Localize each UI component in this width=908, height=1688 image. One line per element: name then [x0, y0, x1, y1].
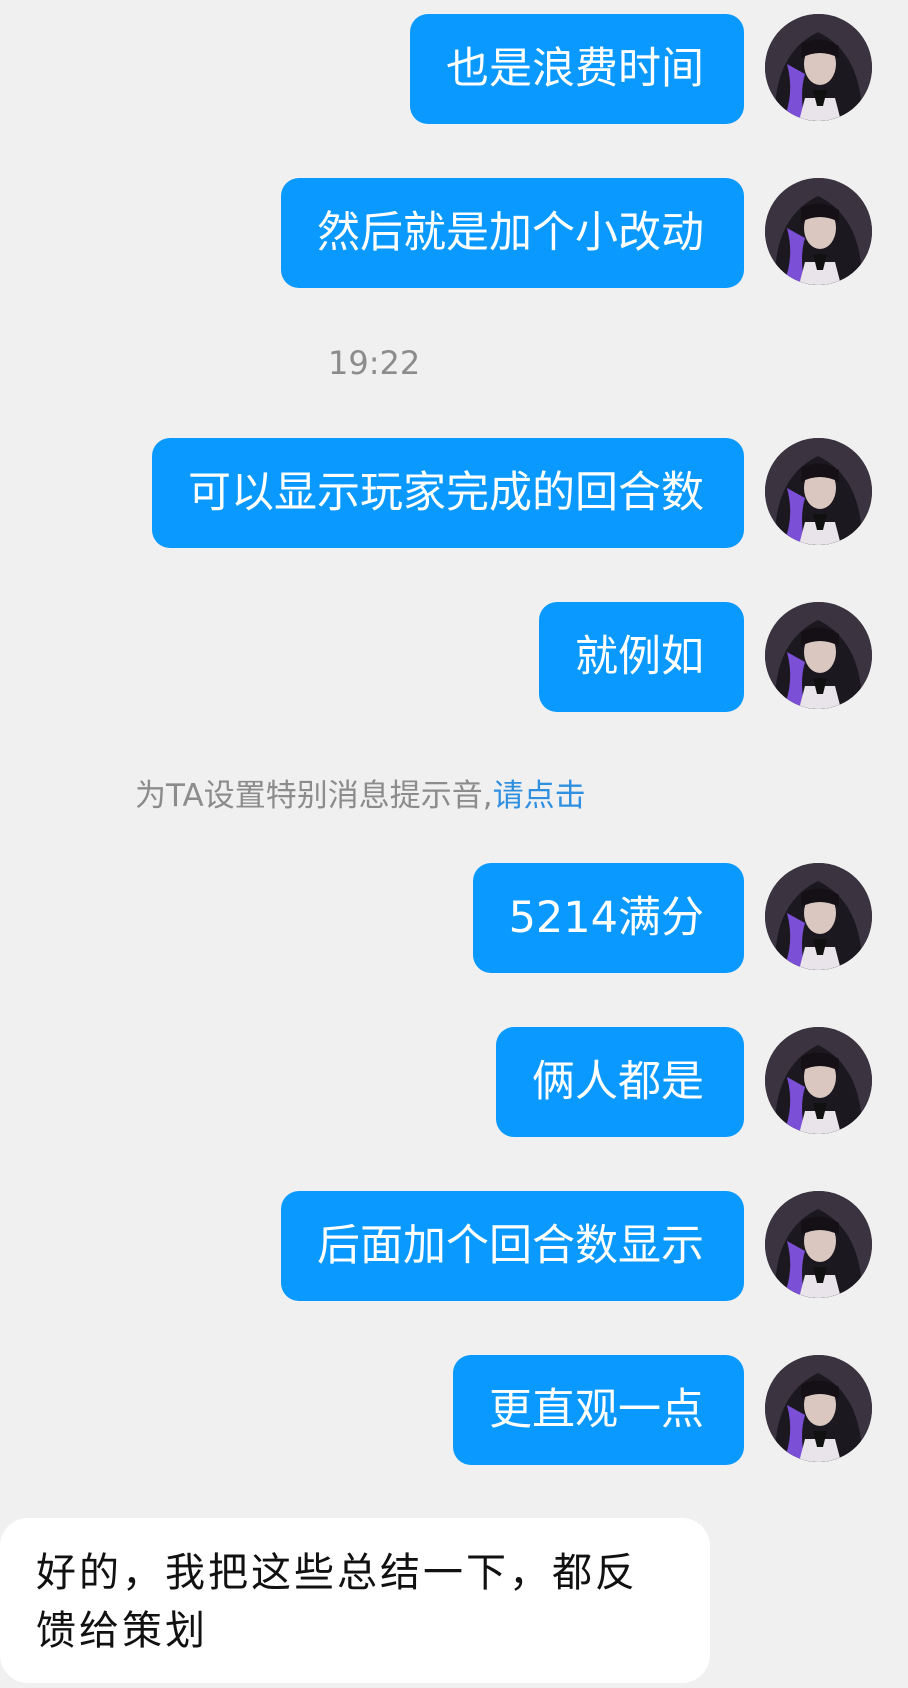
avatar[interactable] [765, 602, 872, 709]
message-row: 然后就是加个小改动 [281, 178, 872, 288]
chat-area: 也是浪费时间 然后就是加个小改动 19:22 可以显示玩家完成的回合数 就例如 … [0, 0, 908, 1688]
avatar-portrait-icon [765, 1191, 872, 1298]
system-tip: 为TA设置特别消息提示音,请点击 [135, 770, 586, 815]
avatar[interactable] [765, 1355, 872, 1462]
message-row: 就例如 [539, 602, 872, 712]
message-input-box[interactable]: 好的，我把这些总结一下，都反馈给策划 [0, 1518, 710, 1683]
message-row: 后面加个回合数显示 [281, 1191, 872, 1301]
avatar[interactable] [765, 438, 872, 545]
avatar-portrait-icon [765, 178, 872, 285]
avatar[interactable] [765, 863, 872, 970]
system-tip-link[interactable]: 请点击 [493, 778, 586, 814]
message-row: 更直观一点 [453, 1355, 872, 1465]
avatar-portrait-icon [765, 863, 872, 970]
message-bubble[interactable]: 俩人都是 [496, 1027, 744, 1137]
message-row: 俩人都是 [496, 1027, 872, 1137]
avatar-portrait-icon [765, 14, 872, 121]
message-bubble[interactable]: 就例如 [539, 602, 744, 712]
message-bubble[interactable]: 可以显示玩家完成的回合数 [152, 438, 744, 548]
avatar[interactable] [765, 178, 872, 285]
message-bubble[interactable]: 然后就是加个小改动 [281, 178, 744, 288]
avatar[interactable] [765, 14, 872, 121]
message-row: 5214满分 [472, 863, 872, 973]
message-input-text: 好的，我把这些总结一下，都反馈给策划 [36, 1550, 638, 1654]
avatar-portrait-icon [765, 1027, 872, 1134]
avatar-portrait-icon [765, 602, 872, 709]
avatar[interactable] [765, 1027, 872, 1134]
message-bubble[interactable]: 后面加个回合数显示 [281, 1191, 744, 1301]
system-tip-text: 为TA设置特别消息提示音, [135, 778, 493, 814]
timestamp: 19:22 [328, 344, 421, 382]
avatar-portrait-icon [765, 438, 872, 545]
message-bubble[interactable]: 更直观一点 [453, 1355, 744, 1465]
message-bubble[interactable]: 也是浪费时间 [410, 14, 744, 124]
message-row: 可以显示玩家完成的回合数 [152, 438, 872, 548]
message-row: 也是浪费时间 [410, 14, 872, 124]
message-bubble[interactable]: 5214满分 [472, 863, 744, 973]
avatar[interactable] [765, 1191, 872, 1298]
avatar-portrait-icon [765, 1355, 872, 1462]
